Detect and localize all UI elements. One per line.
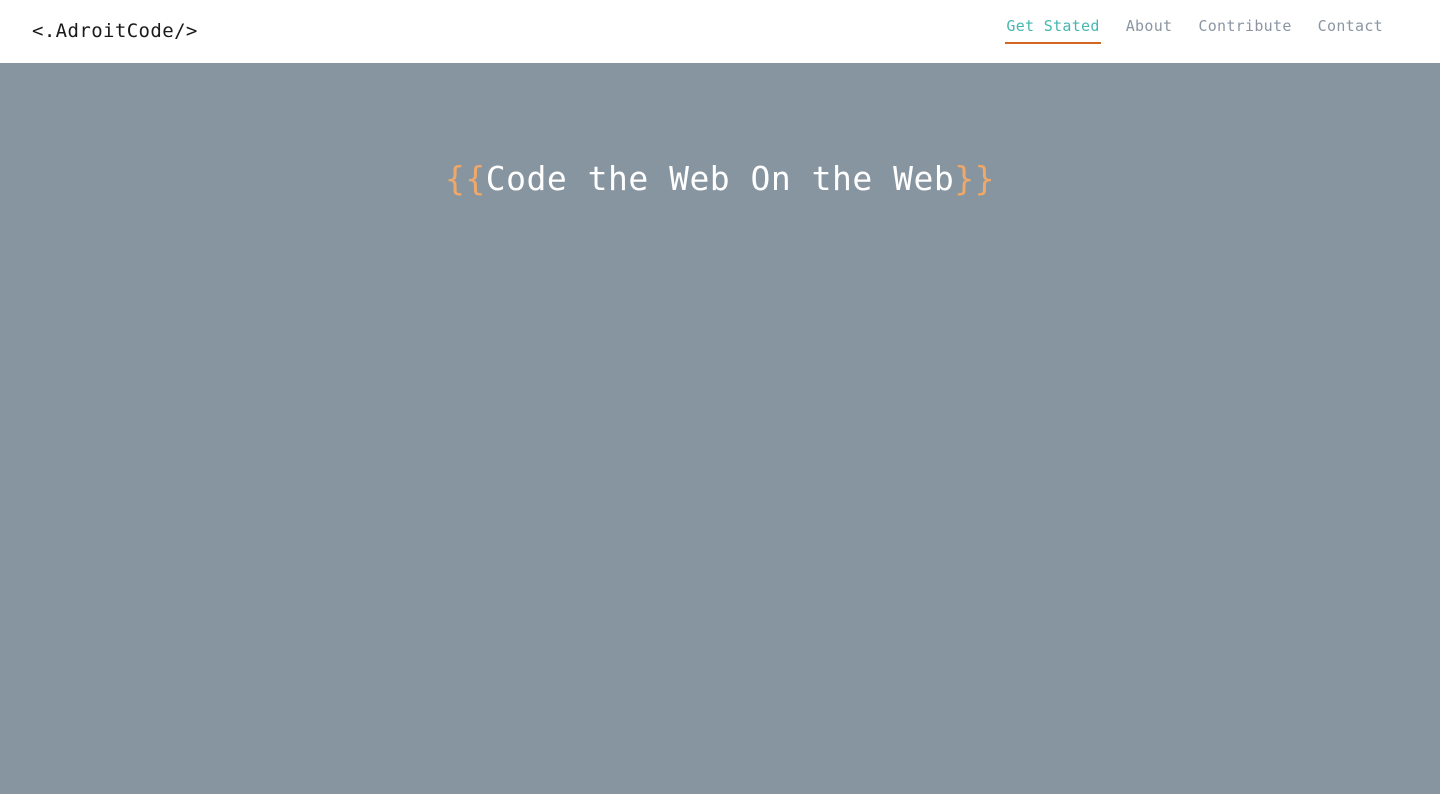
hero-title-text: Code the Web On the Web <box>485 159 955 198</box>
hero-section: {{Code the Web On the Web}} <box>0 63 1440 794</box>
nav-item-get-stated[interactable]: Get Stated <box>1005 19 1102 44</box>
hero-brace-open: {{ <box>445 159 486 198</box>
nav-item-about[interactable]: About <box>1125 19 1174 44</box>
nav-item-contribute[interactable]: Contribute <box>1197 19 1292 44</box>
main-navigation: Get Stated About Contribute Contact <box>1005 0 1384 63</box>
hero-brace-close: }} <box>954 159 995 198</box>
brand-logo[interactable]: <.AdroitCode/> <box>32 22 198 41</box>
page-root: <.AdroitCode/> Get Stated About Contribu… <box>0 0 1440 794</box>
site-header: <.AdroitCode/> Get Stated About Contribu… <box>0 0 1440 63</box>
nav-item-contact[interactable]: Contact <box>1317 19 1384 44</box>
hero-title: {{Code the Web On the Web}} <box>445 159 995 199</box>
